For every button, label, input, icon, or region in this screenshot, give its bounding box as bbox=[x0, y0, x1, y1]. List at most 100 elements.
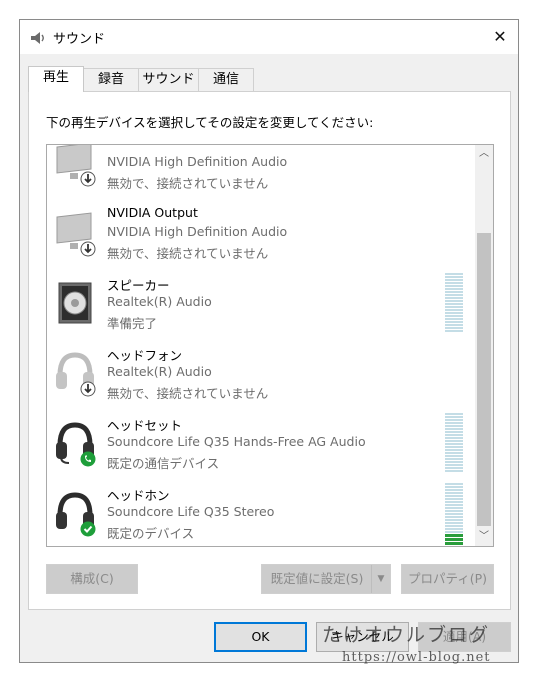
device-name: ヘッドホン bbox=[107, 488, 170, 503]
device-status: 既定のデバイス bbox=[107, 526, 195, 541]
meter-segment bbox=[445, 516, 463, 518]
device-item-headset[interactable]: ヘッドセット Soundcore Life Q35 Hands-Free AG … bbox=[47, 411, 477, 481]
meter-segment bbox=[445, 282, 463, 284]
device-name: ヘッドフォン bbox=[107, 348, 183, 363]
device-list[interactable]: NVIDIA High Definition Audio 無効で、接続されていま… bbox=[46, 144, 494, 547]
meter-segment bbox=[445, 300, 463, 302]
device-driver: NVIDIA High Definition Audio bbox=[107, 224, 288, 239]
scroll-down-button[interactable]: ﹀ bbox=[475, 528, 493, 546]
meter-segment bbox=[445, 455, 463, 457]
set-default-button[interactable]: 既定値に設定(S) ▼ bbox=[261, 564, 391, 594]
meter-segment bbox=[445, 486, 463, 488]
meter-segment bbox=[445, 428, 463, 430]
instruction-text: 下の再生デバイスを選択してその設定を変更してください: bbox=[46, 115, 374, 130]
meter-segment bbox=[445, 330, 463, 332]
meter-segment bbox=[445, 525, 463, 527]
meter-segment bbox=[445, 422, 463, 424]
meter-segment bbox=[445, 309, 463, 311]
meter-segment bbox=[445, 425, 463, 427]
chevron-down-icon: ﹀ bbox=[479, 531, 489, 542]
meter-segment bbox=[445, 519, 463, 521]
tab-sounds[interactable]: サウンド bbox=[138, 68, 199, 91]
meter-segment bbox=[445, 312, 463, 314]
meter-segment bbox=[445, 318, 463, 320]
scroll-thumb[interactable] bbox=[477, 233, 491, 526]
meter-segment bbox=[445, 306, 463, 308]
window-title: サウンド bbox=[53, 32, 106, 47]
meter-segment bbox=[445, 419, 463, 421]
device-driver: Soundcore Life Q35 Stereo bbox=[107, 504, 275, 519]
sound-dialog: サウンド ✕ 再生 録音 サウンド 通信 下の再生デバイスを選択してその設定を変… bbox=[19, 19, 519, 663]
monitor-disabled-icon bbox=[56, 212, 96, 257]
meter-segment bbox=[445, 470, 463, 472]
ok-button[interactable]: OK bbox=[214, 622, 307, 652]
speaker-icon bbox=[58, 282, 92, 324]
device-driver: NVIDIA High Definition Audio bbox=[107, 154, 288, 169]
meter-segment bbox=[445, 542, 463, 545]
meter-segment bbox=[445, 489, 463, 491]
meter-segment bbox=[445, 285, 463, 287]
meter-segment bbox=[445, 416, 463, 418]
meter-segment bbox=[445, 504, 463, 506]
device-status: 無効で、接続されていません bbox=[107, 176, 269, 191]
meter-segment bbox=[445, 492, 463, 494]
watermark-title: たけオウルブログ bbox=[322, 624, 491, 646]
meter-segment bbox=[445, 297, 463, 299]
dropdown-arrow-icon[interactable]: ▼ bbox=[371, 565, 390, 593]
meter-segment bbox=[445, 315, 463, 317]
meter-segment bbox=[445, 291, 463, 293]
meter-segment bbox=[445, 534, 463, 537]
device-status: 無効で、接続されていません bbox=[107, 386, 269, 401]
meter-segment bbox=[445, 327, 463, 329]
meter-segment bbox=[445, 446, 463, 448]
device-item-nvidia-hd-1[interactable]: NVIDIA High Definition Audio 無効で、接続されていま… bbox=[47, 145, 477, 201]
scroll-up-button[interactable]: ︿ bbox=[475, 145, 493, 163]
meter-segment bbox=[445, 294, 463, 296]
headphones-disabled-icon bbox=[56, 352, 96, 397]
meter-segment bbox=[445, 498, 463, 500]
device-item-nvidia-output[interactable]: NVIDIA Output NVIDIA High Definition Aud… bbox=[47, 201, 477, 271]
device-item-headphones-soundcore[interactable]: ヘッドホン Soundcore Life Q35 Stereo 既定のデバイス bbox=[47, 481, 477, 546]
meter-segment bbox=[445, 513, 463, 515]
properties-button[interactable]: プロパティ(P) bbox=[401, 564, 494, 594]
tab-communications[interactable]: 通信 bbox=[198, 68, 254, 91]
meter-segment bbox=[445, 452, 463, 454]
set-default-label: 既定値に設定(S) bbox=[270, 571, 364, 586]
speaker-app-icon bbox=[31, 32, 44, 44]
device-driver: Soundcore Life Q35 Hands-Free AG Audio bbox=[107, 434, 366, 449]
device-status: 準備完了 bbox=[107, 316, 158, 331]
device-driver: Realtek(R) Audio bbox=[107, 294, 212, 309]
headphones-default-icon bbox=[56, 492, 96, 537]
device-name: ヘッドセット bbox=[107, 418, 183, 433]
meter-segment bbox=[445, 507, 463, 509]
list-scrollbar[interactable]: ︿ ﹀ bbox=[475, 145, 493, 546]
volume-meter bbox=[445, 273, 463, 333]
meter-segment bbox=[445, 434, 463, 436]
blog-watermark: たけオウルブログ https://owl-blog.net bbox=[322, 620, 491, 665]
device-status: 無効で、接続されていません bbox=[107, 246, 269, 261]
device-name: スピーカー bbox=[107, 278, 170, 293]
chevron-up-icon: ︿ bbox=[479, 148, 489, 159]
configure-button[interactable]: 構成(C) bbox=[46, 564, 138, 594]
volume-meter bbox=[445, 413, 463, 473]
meter-segment bbox=[445, 464, 463, 466]
meter-segment bbox=[445, 449, 463, 451]
meter-segment bbox=[445, 483, 463, 485]
meter-segment bbox=[445, 324, 463, 326]
volume-meter bbox=[445, 483, 463, 546]
meter-segment bbox=[445, 531, 463, 533]
tab-recording[interactable]: 録音 bbox=[83, 68, 139, 91]
meter-segment bbox=[445, 528, 463, 530]
close-button[interactable]: ✕ bbox=[482, 20, 518, 54]
device-item-headphones-realtek[interactable]: ヘッドフォン Realtek(R) Audio 無効で、接続されていません bbox=[47, 341, 477, 411]
tab-playback[interactable]: 再生 bbox=[28, 66, 84, 92]
meter-segment bbox=[445, 538, 463, 541]
meter-segment bbox=[445, 321, 463, 323]
meter-segment bbox=[445, 443, 463, 445]
meter-segment bbox=[445, 413, 463, 415]
device-item-speaker[interactable]: スピーカー Realtek(R) Audio 準備完了 bbox=[47, 271, 477, 341]
meter-segment bbox=[445, 303, 463, 305]
meter-segment bbox=[445, 273, 463, 275]
device-name: NVIDIA Output bbox=[107, 205, 198, 220]
close-icon: ✕ bbox=[493, 27, 507, 46]
